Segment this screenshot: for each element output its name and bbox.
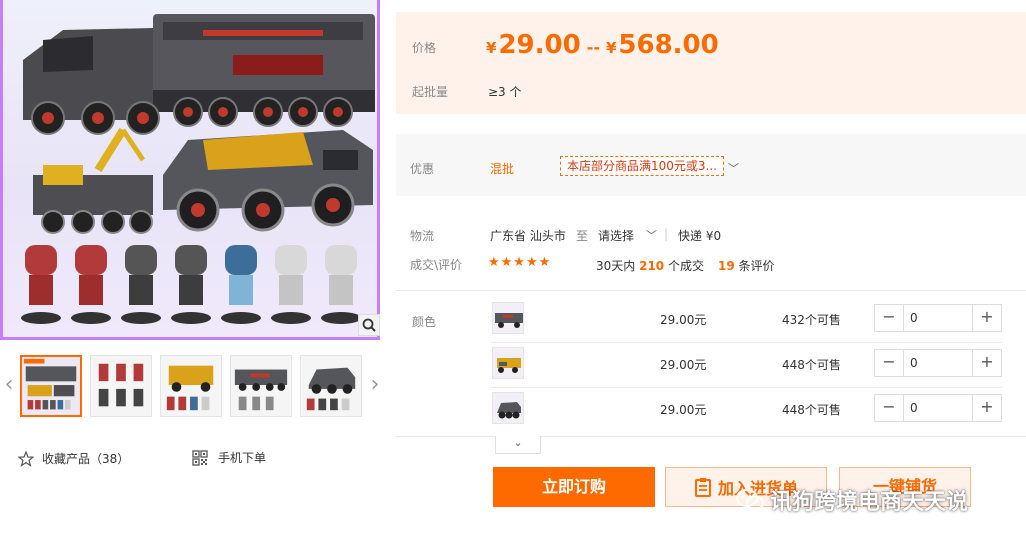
minus-button[interactable]: − bbox=[875, 350, 903, 376]
minus-button[interactable]: − bbox=[875, 395, 903, 421]
price-separator: -- bbox=[586, 38, 600, 57]
divider bbox=[396, 290, 1026, 291]
sku-thumbnail[interactable] bbox=[492, 347, 524, 379]
thumbnail[interactable] bbox=[160, 355, 222, 417]
review-count: 19 bbox=[718, 259, 735, 273]
tow-truck-graphic bbox=[33, 127, 153, 234]
deal-count: 210 bbox=[639, 259, 665, 273]
promo-label: 优惠 bbox=[410, 162, 435, 176]
destination-select[interactable]: 请选择 bbox=[598, 227, 634, 244]
qr-code-icon bbox=[192, 449, 208, 466]
watermark-text: 讯狗跨境电商天天说 bbox=[770, 490, 969, 515]
favorite-product-button[interactable]: 收藏产品（38） bbox=[18, 450, 129, 467]
ship-origin: 广东省 汕头市 bbox=[490, 229, 566, 243]
review-suffix: 条评价 bbox=[738, 259, 775, 273]
mixed-batch-tag: 混批 bbox=[490, 162, 515, 176]
armored-vehicle-graphic bbox=[163, 130, 373, 232]
expand-sku-button[interactable]: ⌄ bbox=[495, 436, 541, 454]
quantity-stepper: − 0 + bbox=[874, 304, 1002, 332]
plus-button[interactable]: + bbox=[973, 350, 1001, 376]
promotion-panel: 优惠 混批 本店部分商品满100元或3... ﹀ bbox=[396, 134, 1026, 196]
logistics-panel: 物流 广东省 汕头市 至 请选择 ﹀ | 快递 ¥0 成交\评价 ★★★★★ 3… bbox=[396, 220, 1026, 290]
sku-stock: 432个可售 bbox=[782, 313, 841, 327]
currency-symbol: ¥ bbox=[605, 39, 617, 57]
price-label: 价格 bbox=[412, 41, 437, 55]
quantity-input[interactable]: 0 bbox=[903, 350, 973, 376]
watermark: 讯狗跨境电商天天说 bbox=[736, 484, 968, 516]
sku-thumbnail[interactable] bbox=[492, 392, 524, 424]
promo-coupon[interactable]: 本店部分商品满100元或3... bbox=[560, 156, 724, 176]
quantity-input[interactable]: 0 bbox=[903, 305, 973, 331]
thumb-next-icon[interactable]: › bbox=[368, 370, 382, 400]
thumb-prev-icon[interactable]: ‹ bbox=[2, 370, 16, 400]
price-max: 568.00 bbox=[618, 30, 719, 60]
sku-color-label: 颜色 bbox=[412, 315, 437, 329]
sku-price: 29.00元 bbox=[660, 358, 707, 372]
main-product-image[interactable] bbox=[0, 0, 380, 340]
chevron-down-icon[interactable]: ﹀ bbox=[646, 227, 657, 243]
thumbnail[interactable] bbox=[90, 355, 152, 417]
magnifier-icon bbox=[362, 318, 376, 332]
wechat-icon bbox=[736, 489, 764, 511]
sku-row: 29.00元 432个可售 − 0 + bbox=[490, 298, 1002, 342]
sku-price: 29.00元 bbox=[660, 403, 707, 417]
thumbnail-strip: ‹ › bbox=[0, 350, 385, 420]
price-min: 29.00 bbox=[498, 30, 581, 60]
zoom-button[interactable] bbox=[358, 314, 380, 336]
product-illustration bbox=[21, 14, 375, 324]
star-outline-icon bbox=[18, 450, 34, 467]
thumbnail[interactable] bbox=[300, 355, 362, 417]
thumbnail[interactable] bbox=[230, 355, 292, 417]
deal-stats: 30天内 210 个成交 bbox=[596, 257, 704, 274]
favorite-label: 收藏产品（38） bbox=[42, 452, 130, 466]
quantity-stepper: − 0 + bbox=[874, 349, 1002, 377]
deal-period: 30天内 bbox=[596, 259, 636, 273]
clipboard-icon bbox=[694, 478, 711, 497]
mobile-order-button[interactable]: 手机下单 bbox=[192, 449, 266, 466]
ship-to-label: 至 bbox=[576, 229, 589, 243]
moq-label: 起批量 bbox=[412, 85, 449, 99]
sku-row: 29.00元 448个可售 − 0 + bbox=[490, 388, 1002, 432]
moq-value: ≥3 个 bbox=[488, 85, 522, 99]
sku-stock: 448个可售 bbox=[782, 358, 841, 372]
price-range: ¥ 29.00 -- ¥ 568.00 bbox=[486, 30, 719, 60]
logistics-label: 物流 bbox=[410, 229, 435, 243]
mobile-order-label: 手机下单 bbox=[218, 451, 267, 465]
deal-suffix: 个成交 bbox=[668, 259, 705, 273]
quantity-stepper: − 0 + bbox=[874, 394, 1002, 422]
rating-stars: ★★★★★ bbox=[488, 255, 552, 270]
chevron-down-icon: ⌄ bbox=[513, 436, 523, 449]
plus-button[interactable]: + bbox=[973, 395, 1001, 421]
chevron-down-icon[interactable]: ﹀ bbox=[728, 160, 739, 176]
thumbnail[interactable] bbox=[20, 355, 82, 417]
plus-button[interactable]: + bbox=[973, 305, 1001, 331]
minus-button[interactable]: − bbox=[875, 305, 903, 331]
quantity-input[interactable]: 0 bbox=[903, 395, 973, 421]
sku-stock: 448个可售 bbox=[782, 403, 841, 417]
sku-thumbnail[interactable] bbox=[492, 302, 524, 334]
review-stats[interactable]: 19 条评价 bbox=[718, 257, 775, 274]
currency-symbol: ¥ bbox=[486, 39, 497, 57]
shipping-fee: 快递 ¥0 bbox=[678, 229, 722, 243]
order-now-button[interactable]: 立即订购 bbox=[493, 467, 655, 507]
reviews-label: 成交\评价 bbox=[410, 258, 463, 272]
sku-row: 29.00元 448个可售 − 0 + bbox=[490, 343, 1002, 387]
transport-truck-graphic bbox=[23, 14, 375, 135]
minifigures-graphic bbox=[21, 245, 361, 324]
separator: | bbox=[664, 227, 669, 241]
price-panel: 价格 ¥ 29.00 -- ¥ 568.00 起批量 ≥3 个 bbox=[396, 12, 1026, 114]
sku-price: 29.00元 bbox=[660, 313, 707, 327]
divider bbox=[396, 436, 1026, 437]
